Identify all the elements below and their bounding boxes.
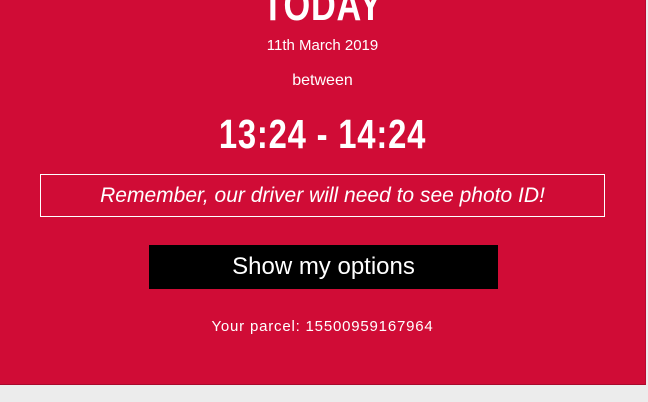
between-label: between [292,72,353,89]
delivery-date: 11th March 2019 [266,37,379,54]
delivery-day-heading: TODAY [262,0,383,30]
parcel-number: Your parcel: 15500959167964 [211,318,434,335]
delivery-time-window: 13:24 - 14:24 [218,111,427,157]
show-options-button[interactable]: Show my options [149,245,498,289]
delivery-card: TODAY 11th March 2019 between 13:24 - 14… [0,0,646,385]
photo-id-notice: Remember, our driver will need to see ph… [40,174,605,217]
